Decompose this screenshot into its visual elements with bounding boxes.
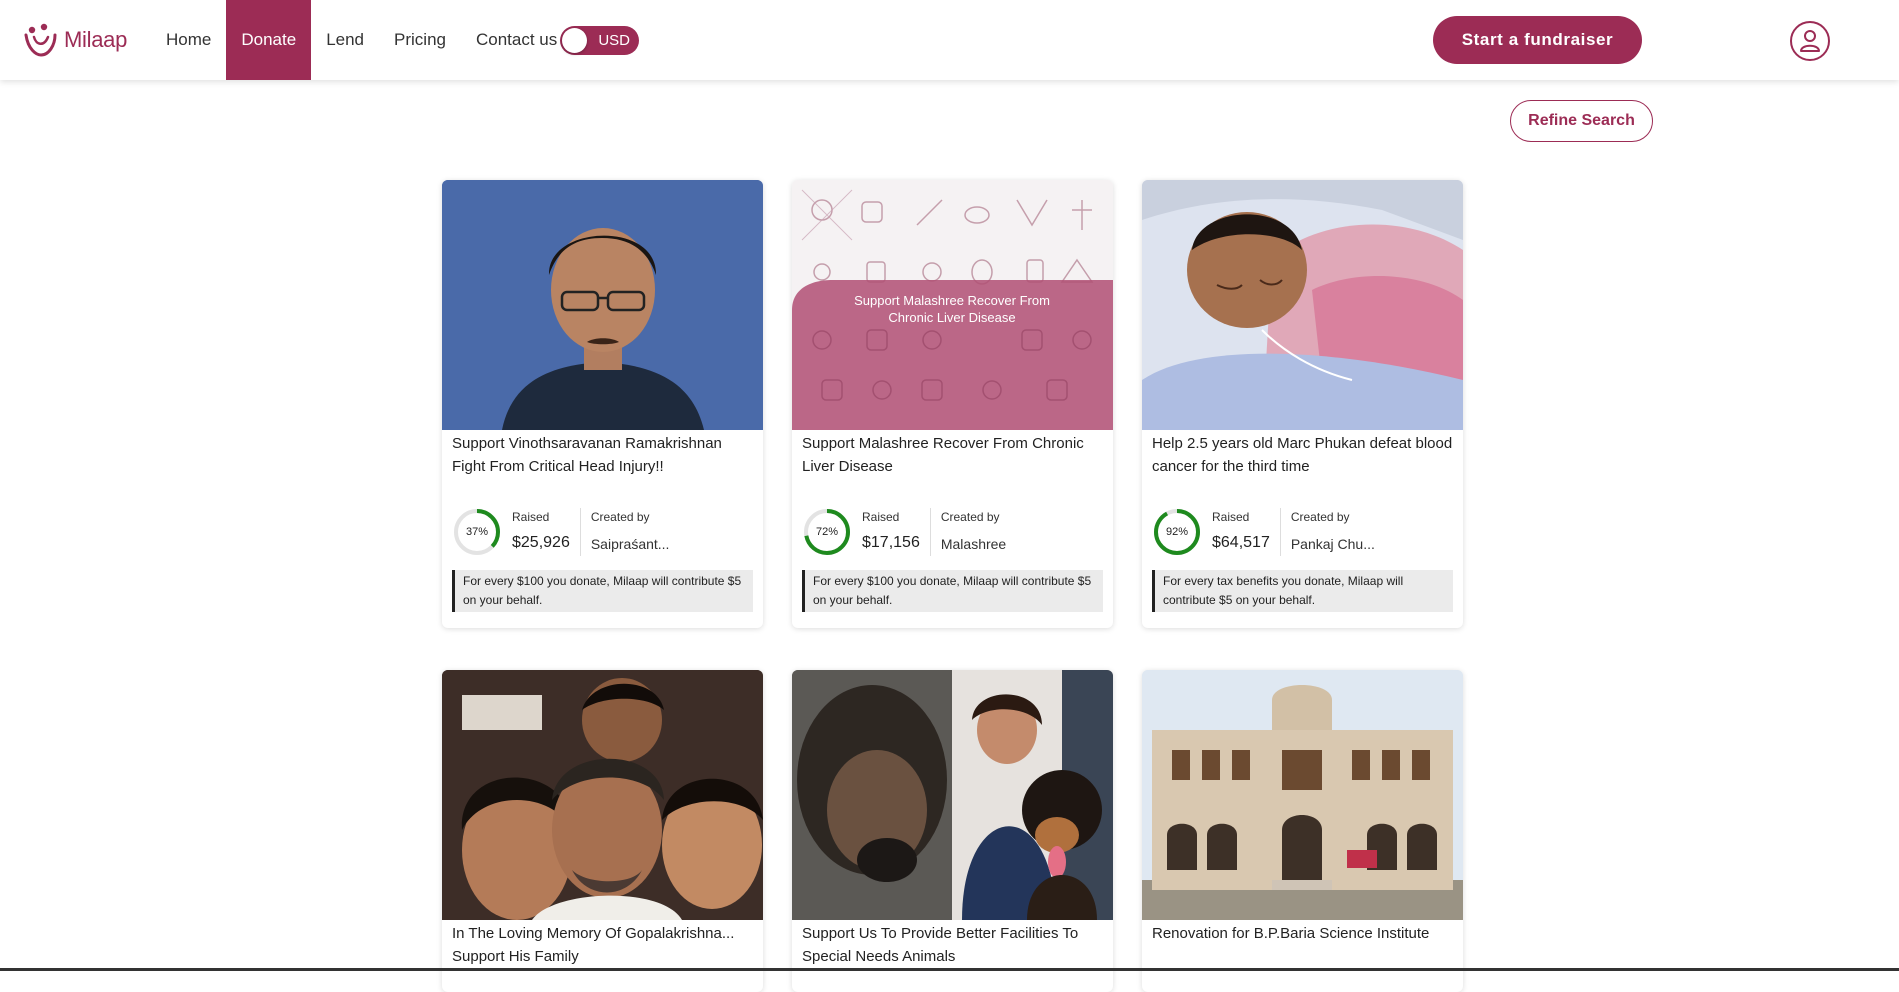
contribution-note: For every $100 you donate, Milaap will c… (802, 570, 1103, 612)
raised-amount: $17,156 (862, 534, 920, 552)
progress-percent: 72% (802, 507, 852, 557)
raised-block: Raised $17,156 (862, 508, 931, 556)
card-stats: 37% Raised $25,926 Created by Saipraśant… (442, 502, 763, 562)
raised-amount: $25,926 (512, 534, 570, 552)
card-stats: 72% Raised $17,156 Created by Malashree (792, 502, 1113, 562)
campaign-image (442, 670, 763, 920)
top-navbar: Milaap Home Donate Lend Pricing Contact … (0, 0, 1899, 80)
contribution-note: For every $100 you donate, Milaap will c… (452, 570, 753, 612)
raised-label: Raised (862, 510, 920, 524)
milaap-logo[interactable]: Milaap (22, 20, 127, 60)
campaign-image (1142, 670, 1463, 920)
progress-ring: 72% (802, 507, 852, 557)
raised-block: Raised $64,517 (1212, 508, 1281, 556)
fundraiser-card[interactable]: Support Vinothsaravanan Ramakrishnan Fig… (442, 180, 763, 628)
nav-lend[interactable]: Lend (311, 0, 379, 80)
milaap-logo-icon (22, 21, 60, 59)
card-stats: 92% Raised $64,517 Created by Pankaj Chu… (1142, 502, 1463, 562)
nav-contact-us[interactable]: Contact us (461, 0, 572, 80)
creator-block: Created by Saipraśant... (581, 508, 670, 556)
user-profile-icon (1799, 29, 1821, 53)
fundraiser-card[interactable]: Renovation for B.P.Baria Science Institu… (1142, 670, 1463, 992)
campaign-image (792, 670, 1113, 920)
fundraiser-card[interactable]: Support Us To Provide Better Facilities … (792, 670, 1113, 992)
fundraiser-card[interactable]: In The Loving Memory Of Gopalakrishna...… (442, 670, 763, 992)
card-title[interactable]: Support Malashree Recover From Chronic L… (792, 432, 1113, 502)
progress-percent: 37% (452, 507, 502, 557)
raised-amount: $64,517 (1212, 534, 1270, 552)
creator-block: Created by Pankaj Chu... (1281, 508, 1375, 556)
creator-name: Saipraśant... (591, 536, 670, 552)
card-title[interactable]: In The Loving Memory Of Gopalakrishna...… (442, 922, 763, 992)
campaign-image (442, 180, 763, 430)
nav-pricing[interactable]: Pricing (379, 0, 461, 80)
created-by-label: Created by (1291, 510, 1375, 524)
fundraiser-card[interactable]: Support Malashree Recover FromChronic Li… (792, 180, 1113, 628)
logo-text: Milaap (64, 27, 127, 53)
profile-button[interactable] (1790, 21, 1830, 61)
card-title[interactable]: Support Us To Provide Better Facilities … (792, 922, 1113, 992)
progress-ring: 37% (452, 507, 502, 557)
toggle-knob (562, 28, 587, 53)
start-fundraiser-button[interactable]: Start a fundraiser (1433, 16, 1642, 64)
campaign-image: Support Malashree Recover FromChronic Li… (792, 180, 1113, 430)
nav-donate[interactable]: Donate (226, 0, 311, 80)
card-title[interactable]: Support Vinothsaravanan Ramakrishnan Fig… (442, 432, 763, 502)
creator-block: Created by Malashree (931, 508, 1006, 556)
main-nav: Home Donate Lend Pricing Contact us (151, 0, 572, 80)
creator-name: Malashree (941, 536, 1006, 552)
progress-ring: 92% (1152, 507, 1202, 557)
progress-percent: 92% (1152, 507, 1202, 557)
currency-label: USD (598, 32, 630, 49)
raised-block: Raised $25,926 (512, 508, 581, 556)
card-title[interactable]: Help 2.5 years old Marc Phukan defeat bl… (1142, 432, 1463, 502)
creator-name: Pankaj Chu... (1291, 536, 1375, 552)
created-by-label: Created by (941, 510, 1006, 524)
fundraiser-card[interactable]: Help 2.5 years old Marc Phukan defeat bl… (1142, 180, 1463, 628)
currency-toggle[interactable]: USD (560, 26, 639, 55)
raised-label: Raised (1212, 510, 1270, 524)
refine-search-button[interactable]: Refine Search (1510, 100, 1653, 142)
campaign-image (1142, 180, 1463, 430)
created-by-label: Created by (591, 510, 670, 524)
nav-home[interactable]: Home (151, 0, 226, 80)
raised-label: Raised (512, 510, 570, 524)
card-title[interactable]: Renovation for B.P.Baria Science Institu… (1142, 922, 1463, 992)
contribution-note: For every tax benefits you donate, Milaa… (1152, 570, 1453, 612)
